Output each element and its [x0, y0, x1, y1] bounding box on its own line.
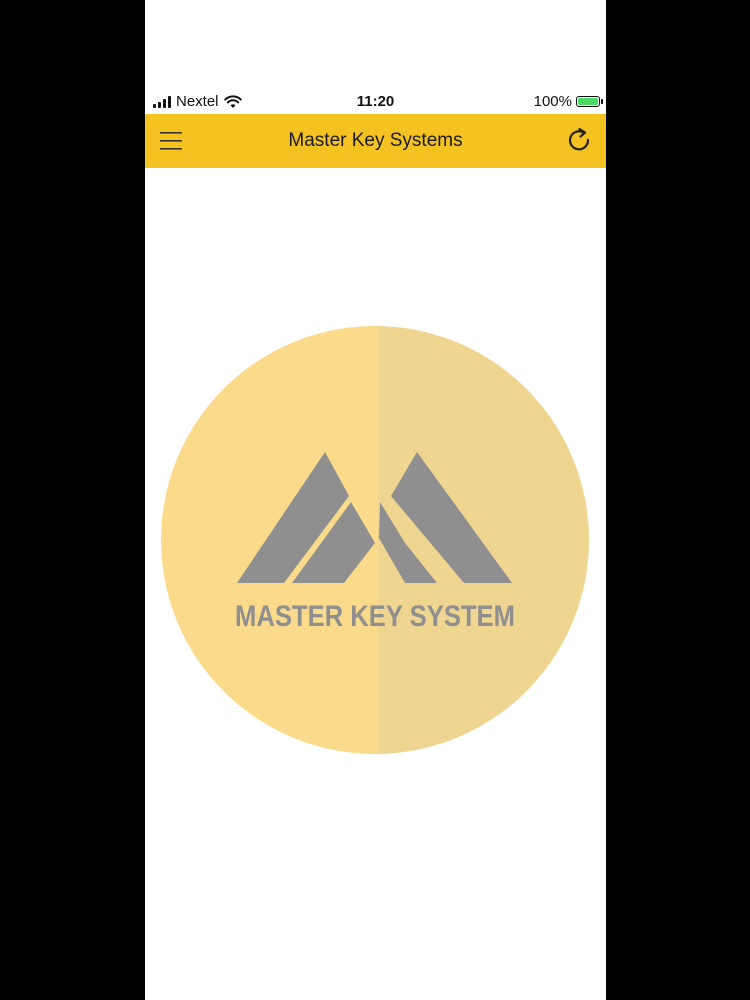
page-title: Master Key Systems — [288, 130, 463, 151]
status-bar: Nextel 11:20 100% — [145, 88, 606, 114]
battery-fill — [578, 98, 598, 105]
battery-percent: 100% — [533, 93, 572, 110]
app-header: Master Key Systems — [145, 114, 606, 168]
logo-text: MASTER KEY SYSTEM — [235, 600, 515, 633]
master-key-logo: MASTER KEY SYSTEM — [161, 326, 589, 754]
refresh-button[interactable] — [566, 127, 592, 153]
refresh-icon — [568, 127, 590, 151]
phone-screen: Nextel 11:20 100% Master Key Systems MAS… — [145, 0, 606, 1000]
logo-right-half — [378, 326, 589, 754]
logo-graphic: MASTER KEY SYSTEM — [161, 326, 589, 754]
battery-icon — [576, 96, 603, 107]
status-right: 100% — [533, 93, 603, 110]
